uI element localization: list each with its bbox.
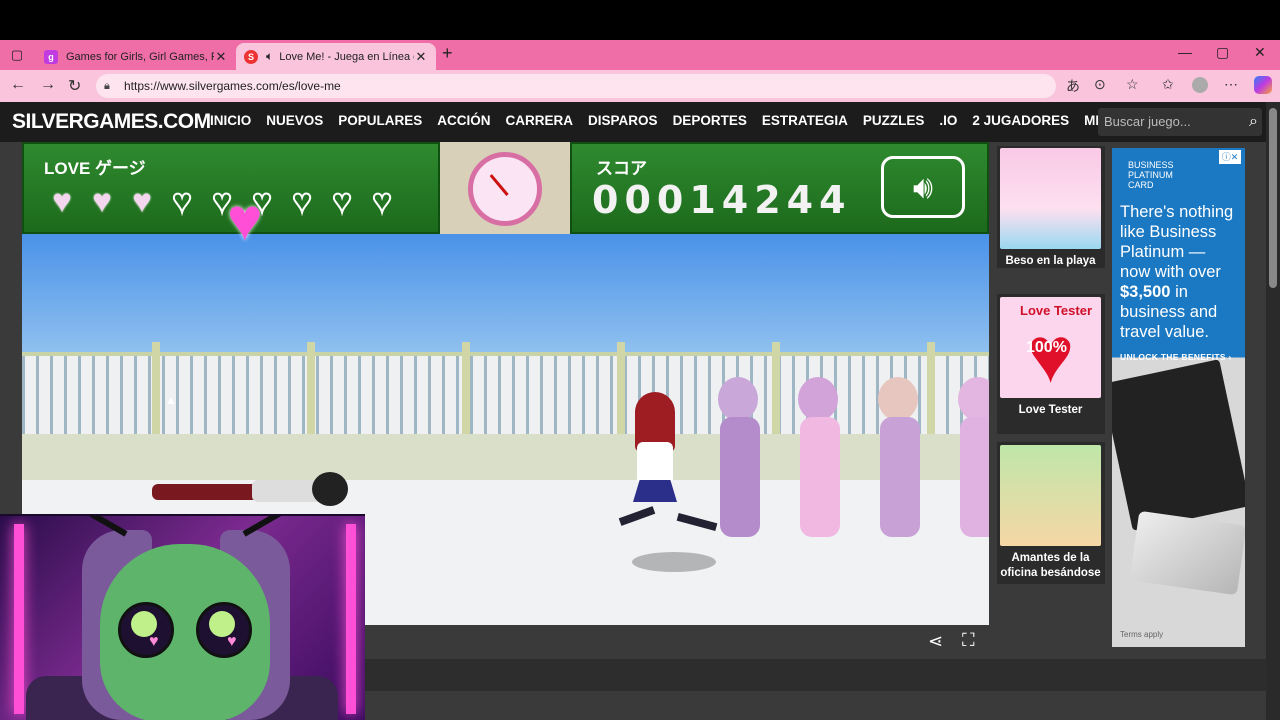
close-icon[interactable]: ✕	[214, 49, 228, 65]
related-game-love-tester[interactable]: Love Tester ♥ 100% Love Tester	[1000, 297, 1101, 418]
game-title: Love Tester	[1018, 404, 1083, 416]
related-game-beso-en-la-playa[interactable]: Beso en la playa	[1000, 148, 1101, 269]
ad-terms[interactable]: Terms apply	[1120, 630, 1163, 639]
ad-brand: BUSINESS PLATINUM CARD	[1128, 160, 1174, 190]
new-tab-icon[interactable]: +	[442, 43, 453, 64]
url-field[interactable]: 🔒︎ https://www.silvergames.com/es/love-m…	[96, 74, 1056, 98]
favorites-icon[interactable]: ✩	[1162, 76, 1174, 93]
share-icon[interactable]: ⋖	[928, 631, 943, 652]
shadow	[632, 552, 716, 572]
score-value: 00014244	[592, 178, 852, 222]
schoolgirl-player	[607, 392, 727, 542]
top-black-bar	[0, 0, 1280, 40]
chasing-boy	[870, 377, 930, 547]
heart-empty-icon: ♥	[171, 182, 193, 219]
menu-deportes[interactable]: DEPORTES	[673, 113, 747, 128]
love-gauge-label: LOVE ゲージ	[44, 159, 146, 178]
window-close-icon[interactable]: ✕	[1254, 44, 1266, 61]
avatar-eye: ♥	[118, 602, 174, 658]
ad-copy-part: There's nothing like Business Platinum —…	[1120, 203, 1234, 281]
tab-games-for-girls[interactable]: g Games for Girls, Girl Games, Play ✕	[36, 43, 236, 70]
menu-io[interactable]: .IO	[939, 113, 957, 128]
speaker-icon[interactable]: 🔈︎	[266, 49, 273, 64]
url-text: https://www.silvergames.com/es/love-me	[124, 79, 341, 93]
game-thumbnail	[1000, 445, 1101, 546]
silvergames-icon: S	[244, 49, 258, 64]
tab-title: Love Me! - Juega en Línea en	[279, 50, 414, 63]
adchoices-icon[interactable]: ⓘ✕	[1219, 150, 1241, 164]
site-header: SILVERGAMES.COM INICIO NUEVOS POPULARES …	[0, 102, 1266, 142]
site-info-icon[interactable]: 🔒︎	[104, 74, 110, 98]
purple-games-icon: g	[44, 49, 58, 64]
copilot-icon[interactable]	[1254, 76, 1272, 94]
hearts-row: ♥ ♥ ♥ ♥ ♥ ♥ ♥ ♥ ♥	[44, 182, 400, 219]
main-menu: INICIO NUEVOS POPULARES ACCIÓN CARRERA D…	[210, 113, 1123, 128]
extension-icon[interactable]: ⊙	[1094, 76, 1106, 93]
search-icon[interactable]: ⌕	[1249, 108, 1258, 136]
tab-love-me[interactable]: S 🔈︎ Love Me! - Juega en Línea en ✕	[236, 43, 436, 70]
tab-bar: ▢ g Games for Girls, Girl Games, Play ✕ …	[0, 40, 1280, 70]
search-placeholder: Buscar juego...	[1104, 114, 1191, 129]
sky	[22, 234, 989, 352]
address-bar: ← → ↻ 🔒︎ https://www.silvergames.com/es/…	[0, 70, 1280, 102]
back-icon[interactable]: ←	[10, 76, 26, 94]
menu-puzzles[interactable]: PUZZLES	[863, 113, 925, 128]
menu-carrera[interactable]: CARRERA	[506, 113, 574, 128]
translate-icon[interactable]: あ	[1066, 76, 1080, 96]
ad-copy-bold: $3,500	[1120, 283, 1171, 301]
game-thumbnail	[1000, 148, 1101, 249]
search-input[interactable]: Buscar juego... ⌕	[1098, 108, 1262, 136]
game-title: Beso en la playa	[1005, 255, 1096, 267]
game-thumbnail: Love Tester ♥ 100%	[1000, 297, 1101, 398]
speaker-icon: 🔊︎	[912, 169, 934, 205]
heart-empty-icon: ♥	[371, 182, 393, 219]
heart-empty-icon: ♥	[291, 182, 313, 219]
minimize-icon[interactable]: —	[1178, 44, 1192, 60]
menu-disparos[interactable]: DISPAROS	[588, 113, 658, 128]
chasing-boy	[790, 377, 850, 547]
menu-nuevos[interactable]: NUEVOS	[266, 113, 323, 128]
card-image	[1129, 510, 1245, 596]
reload-icon[interactable]: ↻	[68, 76, 81, 96]
streamer-webcam-overlay: ♥ ♥	[0, 514, 365, 720]
heart-full-icon: ♥	[132, 182, 152, 219]
menu-inicio[interactable]: INICIO	[210, 113, 251, 128]
favorite-star-icon[interactable]: ☆	[1126, 76, 1139, 93]
big-heart-icon: ♥	[227, 186, 263, 253]
chasing-boy	[710, 377, 770, 547]
site-logo[interactable]: SILVERGAMES.COM	[12, 110, 211, 134]
thumb-value: 100%	[1026, 339, 1067, 356]
wallet-image	[1112, 359, 1245, 531]
avatar-eye: ♥	[196, 602, 252, 658]
related-game-amantes-de-la-oficina[interactable]: Amantes de la oficina besándose	[1000, 445, 1101, 581]
menu-2-jugadores[interactable]: 2 JUGADORES	[972, 113, 1069, 128]
menu-accion[interactable]: ACCIÓN	[437, 113, 490, 128]
scrollbar-thumb[interactable]	[1269, 108, 1277, 288]
clock-icon	[468, 152, 542, 226]
heart-full-icon: ♥	[92, 182, 112, 219]
forward-icon[interactable]: →	[40, 76, 56, 94]
advertisement[interactable]: ⓘ✕ BUSINESS PLATINUM CARD There's nothin…	[1112, 148, 1245, 647]
ad-copy: There's nothing like Business Platinum —…	[1120, 202, 1238, 342]
maximize-icon[interactable]: ▢	[1216, 44, 1229, 61]
heart-full-icon: ♥	[52, 182, 72, 219]
mouse-cursor: ▲	[165, 393, 177, 407]
menu-estrategia[interactable]: ESTRATEGIA	[762, 113, 848, 128]
chasing-boy	[950, 377, 989, 547]
score-label: スコア	[596, 159, 647, 178]
fallen-character	[152, 472, 352, 512]
scrollbar[interactable]	[1266, 102, 1280, 720]
more-menu-icon[interactable]: ⋯	[1224, 76, 1238, 93]
heart-empty-icon: ♥	[331, 182, 353, 219]
tab-title: Games for Girls, Girl Games, Play	[66, 50, 214, 63]
profile-avatar[interactable]	[1192, 77, 1208, 93]
fullscreen-icon[interactable]: ⛶	[962, 630, 975, 651]
menu-populares[interactable]: POPULARES	[338, 113, 422, 128]
close-icon[interactable]: ✕	[414, 49, 428, 65]
tab-actions-icon[interactable]: ▢	[8, 46, 26, 64]
sound-toggle-button[interactable]: 🔊︎	[881, 156, 965, 218]
game-title: Amantes de la oficina besándose	[1000, 552, 1101, 579]
